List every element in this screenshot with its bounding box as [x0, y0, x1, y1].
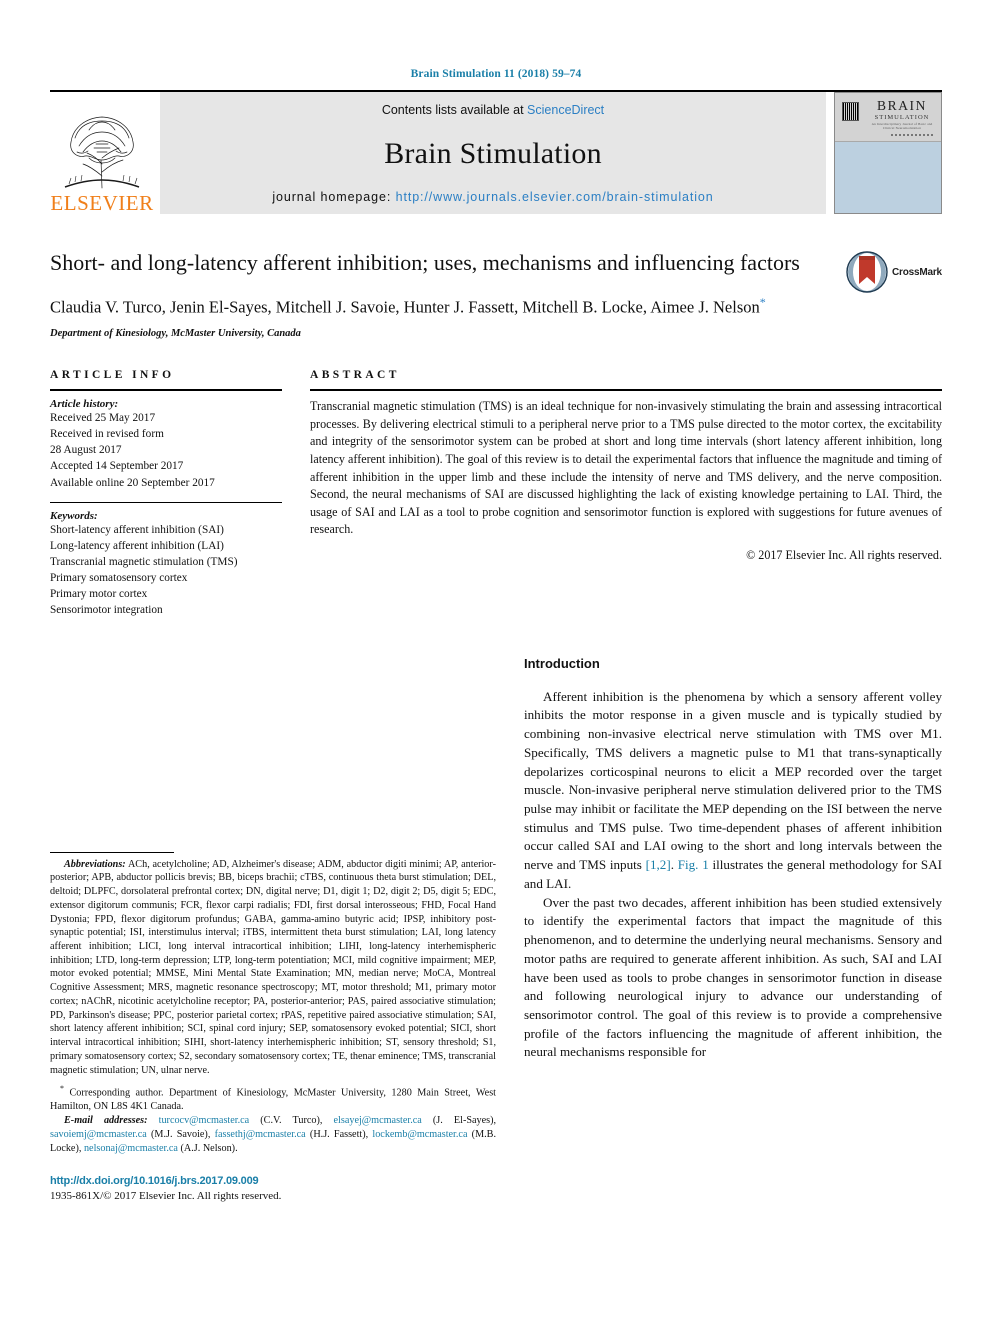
issn-copyright-line: 1935-861X/© 2017 Elsevier Inc. All right…: [50, 1190, 282, 1203]
title-block: Short- and long-latency afferent inhibit…: [50, 248, 942, 339]
article-page: Brain Stimulation 11 (2018) 59–74 ELSEVI…: [0, 0, 992, 1323]
banner-center: Contents lists available at ScienceDirec…: [160, 92, 826, 214]
email-link[interactable]: elsayej@mcmaster.ca: [334, 1115, 422, 1126]
email-person: (J. El-Sayes): [432, 1115, 494, 1127]
article-info-rule: [50, 389, 282, 392]
abbreviations-footnote: Abbreviations: ACh, acetylcholine; AD, A…: [50, 858, 496, 1078]
info-abstract-section: ARTICLE INFO Article history: Received 2…: [50, 369, 942, 617]
abstract-rule: [310, 389, 942, 392]
keyword-item: Primary somatosensory cortex: [50, 571, 188, 584]
author-names: Claudia V. Turco, Jenin El-Sayes, Mitche…: [50, 297, 760, 317]
cover-line-1: BRAIN: [876, 98, 927, 113]
article-history-label: Article history:: [50, 398, 119, 411]
journal-homepage-link[interactable]: http://www.journals.elsevier.com/brain-s…: [396, 190, 714, 204]
contents-available-line: Contents lists available at ScienceDirec…: [382, 103, 604, 117]
email-link[interactable]: nelsonaj@mcmaster.ca: [84, 1143, 178, 1154]
elsevier-tree-icon: [64, 116, 140, 189]
journal-title: Brain Stimulation: [384, 136, 602, 170]
introduction-column: Introduction Afferent inhibition is the …: [524, 656, 942, 1062]
footnote-rule: [50, 851, 174, 853]
email-footnote: E-mail addresses: turcocv@mcmaster.ca (C…: [50, 1115, 497, 1154]
history-item: 28 August 2017: [50, 444, 122, 457]
intro-p1-part-b: .: [670, 857, 678, 873]
abstract-text: Transcranial magnetic stimulation (TMS) …: [310, 399, 942, 537]
elsevier-logo: ELSEVIER: [50, 92, 154, 214]
footnote-spacer: [50, 1077, 496, 1084]
crossmark-badge[interactable]: CrossMark: [846, 250, 942, 294]
introduction-paragraph-1: Afferent inhibition is the phenomena by …: [524, 688, 942, 894]
history-item: Available online 20 September 2017: [50, 476, 215, 489]
corresponding-author-marker: *: [759, 295, 766, 310]
introduction-heading: Introduction: [524, 655, 600, 671]
elsevier-wordmark: ELSEVIER: [50, 191, 154, 215]
email-person: (C.V. Turco): [260, 1115, 320, 1127]
abbreviations-label: Abbreviations:: [64, 858, 126, 870]
article-title: Short- and long-latency afferent inhibit…: [50, 250, 800, 275]
article-info-column: ARTICLE INFO Article history: Received 2…: [50, 369, 282, 617]
affiliation: Department of Kinesiology, McMaster Univ…: [50, 328, 301, 340]
abstract-copyright: © 2017 Elsevier Inc. All rights reserved…: [746, 547, 942, 562]
intro-p1-part-a: Afferent inhibition is the phenomena by …: [524, 688, 942, 873]
history-item: Received in revised form: [50, 428, 164, 441]
email-addresses-label: E-mail addresses:: [64, 1115, 148, 1127]
keyword-item: Transcranial magnetic stimulation (TMS): [50, 555, 238, 568]
running-head: Brain Stimulation 11 (2018) 59–74: [410, 68, 582, 80]
history-item: Accepted 14 September 2017: [50, 460, 184, 473]
cover-line-3: An Interdisciplinary Journal of Basic an…: [871, 121, 933, 131]
figure-link[interactable]: Fig. 1: [678, 857, 709, 872]
cover-rule: [891, 134, 933, 136]
keyword-item: Short-latency afferent inhibition (SAI): [50, 523, 224, 536]
email-link[interactable]: savoiemj@mcmaster.ca: [50, 1129, 147, 1140]
citation-link[interactable]: [1,2]: [646, 857, 671, 872]
barcode-icon: [842, 102, 859, 121]
email-person: (A.J. Nelson): [180, 1142, 236, 1154]
cover-masthead: BRAIN STIMULATION An Interdisciplinary J…: [835, 93, 941, 142]
journal-homepage-line: journal homepage: http://www.journals.el…: [272, 190, 713, 204]
keyword-item: Sensorimotor integration: [50, 603, 163, 616]
cover-title-block: BRAIN STIMULATION An Interdisciplinary J…: [871, 99, 933, 131]
body-columns: Abbreviations: ACh, acetylcholine; AD, A…: [50, 656, 942, 1202]
email-person: (M.J. Savoie): [151, 1128, 208, 1140]
keywords-label: Keywords:: [50, 509, 98, 522]
doi-link[interactable]: http://dx.doi.org/10.1016/j.brs.2017.09.…: [50, 1175, 496, 1187]
corresponding-author-footnote: * Corresponding author. Department of Ki…: [50, 1084, 496, 1114]
abstract-column: ABSTRACT Transcranial magnetic stimulati…: [310, 369, 942, 562]
introduction-paragraph-2: Over the past two decades, afferent inhi…: [524, 894, 942, 1060]
keyword-item: Long-latency afferent inhibition (LAI): [50, 539, 224, 552]
abbreviations-text: ACh, acetylcholine; AD, Alzheimer's dise…: [50, 858, 496, 1076]
homepage-prefix: journal homepage:: [272, 190, 396, 204]
footnotes-column: Abbreviations: ACh, acetylcholine; AD, A…: [50, 656, 496, 1202]
article-info-heading: ARTICLE INFO: [50, 369, 175, 382]
email-link[interactable]: turcocv@mcmaster.ca: [159, 1115, 250, 1126]
email-link[interactable]: lockemb@mcmaster.ca: [372, 1129, 467, 1140]
keyword-item: Primary motor cortex: [50, 587, 148, 600]
journal-cover-thumbnail: BRAIN STIMULATION An Interdisciplinary J…: [834, 92, 942, 214]
sciencedirect-link[interactable]: ScienceDirect: [527, 103, 604, 117]
keywords-rule: [50, 501, 282, 503]
corresponding-author-text: Corresponding author. Department of Kine…: [50, 1087, 496, 1113]
cover-line-2: STIMULATION: [874, 113, 930, 121]
history-item: Received 25 May 2017: [50, 412, 156, 425]
email-person: (H.J. Fassett): [309, 1128, 366, 1140]
author-list: Claudia V. Turco, Jenin El-Sayes, Mitche…: [50, 294, 820, 319]
contents-prefix: Contents lists available at: [381, 103, 528, 117]
abstract-heading: ABSTRACT: [310, 369, 400, 382]
crossmark-label: CrossMark: [892, 266, 942, 278]
crossmark-icon: [846, 251, 888, 293]
journal-banner: ELSEVIER Contents lists available at Sci…: [50, 90, 942, 214]
email-link[interactable]: fassethj@mcmaster.ca: [215, 1129, 306, 1140]
